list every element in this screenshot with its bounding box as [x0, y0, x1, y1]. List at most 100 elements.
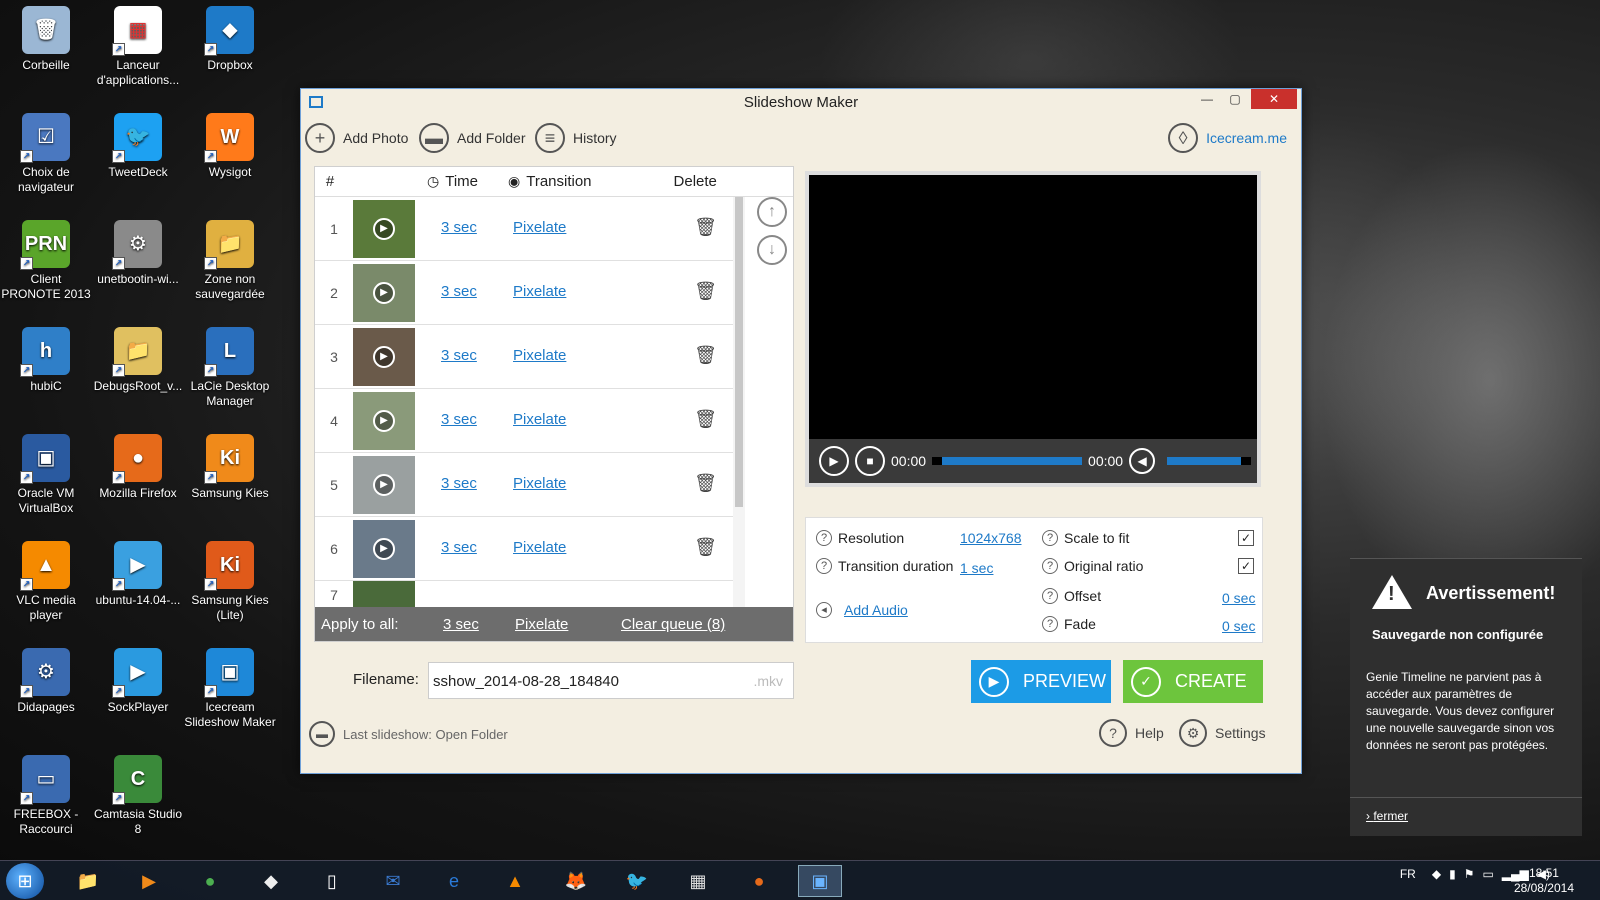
photo-thumbnail[interactable]: ▶: [353, 519, 415, 578]
close-notification-link[interactable]: › fermer: [1366, 809, 1408, 823]
desktop-icon[interactable]: ⚙ ↗ unetbootin-wi...: [92, 220, 184, 287]
desktop-icon[interactable]: 🗑 Corbeille: [0, 6, 92, 73]
network-icon[interactable]: ▮: [1449, 867, 1456, 881]
transition-link[interactable]: Pixelate: [513, 475, 566, 492]
seek-bar[interactable]: [932, 457, 1083, 465]
desktop-icon[interactable]: ▭ ↗ FREEBOX - Raccourci: [0, 755, 92, 837]
start-button[interactable]: ⊞: [6, 863, 44, 899]
preview-button[interactable]: ▶ PREVIEW: [971, 660, 1111, 703]
help-icon[interactable]: ?: [1042, 588, 1058, 604]
time-link[interactable]: 3 sec: [441, 283, 477, 300]
chrome-icon[interactable]: ●: [188, 865, 232, 897]
transition-duration-value[interactable]: 1 sec: [960, 560, 993, 576]
add-audio-row[interactable]: ◂ Add Audio: [816, 602, 908, 618]
minimize-button[interactable]: —: [1193, 89, 1221, 109]
launcher-icon[interactable]: ▦: [676, 865, 720, 897]
desktop-icon[interactable]: ● ↗ Mozilla Firefox: [92, 434, 184, 501]
scale-to-fit-checkbox[interactable]: ✓: [1238, 530, 1254, 546]
table-row[interactable]: 1 ▶ 3 sec Pixelate 🗑: [315, 197, 733, 261]
last-slideshow[interactable]: ▬ Last slideshow: Open Folder: [309, 721, 508, 747]
desktop-icon[interactable]: 📁 ↗ DebugsRoot_v...: [92, 327, 184, 394]
apply-transition-link[interactable]: Pixelate: [515, 616, 568, 633]
settings-button[interactable]: ⚙ Settings: [1179, 719, 1266, 747]
stop-icon[interactable]: ■: [855, 446, 885, 476]
media-icon[interactable]: ▶: [127, 865, 171, 897]
play-icon[interactable]: ▶: [373, 537, 395, 560]
desktop-icon[interactable]: ▦ ↗ Lanceur d'applications...: [92, 6, 184, 88]
transition-link[interactable]: Pixelate: [513, 219, 566, 236]
help-icon[interactable]: ?: [816, 558, 832, 574]
offset-value[interactable]: 0 sec: [1222, 590, 1255, 606]
vlc-icon[interactable]: ▲: [493, 865, 537, 897]
transition-link[interactable]: Pixelate: [513, 347, 566, 364]
desktop-icon[interactable]: Ki ↗ Samsung Kies: [184, 434, 276, 501]
create-button[interactable]: ✓ CREATE: [1123, 660, 1263, 703]
add-audio-link[interactable]: Add Audio: [844, 602, 908, 618]
photo-thumbnail[interactable]: ▶: [353, 327, 415, 386]
add-folder-button[interactable]: ▬ Add Folder: [419, 123, 525, 153]
history-button[interactable]: ≡ History: [535, 123, 617, 153]
photo-thumbnail[interactable]: ▶: [353, 391, 415, 450]
thunderbird-icon[interactable]: ✉: [371, 865, 415, 897]
transition-link[interactable]: Pixelate: [513, 411, 566, 428]
maximize-button[interactable]: ▢: [1221, 89, 1249, 109]
scrollbar-thumb[interactable]: [735, 197, 743, 507]
slideshow-icon[interactable]: ▣: [798, 865, 842, 897]
desktop-icon[interactable]: ▲ ↗ VLC media player: [0, 541, 92, 623]
table-row[interactable]: 5 ▶ 3 sec Pixelate 🗑: [315, 453, 733, 517]
ie-icon[interactable]: e: [432, 865, 476, 897]
play-icon[interactable]: ▶: [819, 446, 849, 476]
filename-input[interactable]: sshow_2014-08-28_184840 .mkv: [428, 662, 794, 699]
play-icon[interactable]: ▶: [373, 345, 395, 368]
flag-icon[interactable]: ⚑: [1464, 867, 1475, 881]
desktop-icon[interactable]: ▶ ↗ ubuntu-14.04-...: [92, 541, 184, 608]
dropbox-tray-icon[interactable]: ◆: [1432, 867, 1441, 881]
time-link[interactable]: 3 sec: [441, 475, 477, 492]
desktop-icon[interactable]: h ↗ hubiC: [0, 327, 92, 394]
table-row[interactable]: 2 ▶ 3 sec Pixelate 🗑: [315, 261, 733, 325]
apply-time-link[interactable]: 3 sec: [443, 616, 479, 633]
help-icon[interactable]: ?: [1042, 530, 1058, 546]
document-icon[interactable]: ▯: [310, 865, 354, 897]
desktop-icon[interactable]: PRN ↗ Client PRONOTE 2013: [0, 220, 92, 302]
time-link[interactable]: 3 sec: [441, 219, 477, 236]
volume-slider[interactable]: [1167, 457, 1252, 465]
desktop-icon[interactable]: ◆ ↗ Dropbox: [184, 6, 276, 73]
time-link[interactable]: 3 sec: [441, 411, 477, 428]
language-indicator[interactable]: FR: [1400, 867, 1416, 881]
desktop-icon[interactable]: Ki ↗ Samsung Kies (Lite): [184, 541, 276, 623]
help-button[interactable]: ? Help: [1099, 719, 1164, 747]
table-row[interactable]: 6 ▶ 3 sec Pixelate 🗑: [315, 517, 733, 581]
desktop-icon[interactable]: ▣ ↗ Icecream Slideshow Maker: [184, 648, 276, 730]
move-up-button[interactable]: ↑: [757, 197, 787, 227]
desktop-icon[interactable]: ▣ ↗ Oracle VM VirtualBox: [0, 434, 92, 516]
table-row[interactable]: 4 ▶ 3 sec Pixelate 🗑: [315, 389, 733, 453]
explorer-icon[interactable]: 📁: [66, 865, 110, 897]
title-bar[interactable]: Slideshow Maker — ▢ ✕: [301, 89, 1301, 117]
transition-link[interactable]: Pixelate: [513, 539, 566, 556]
desktop-icon[interactable]: W ↗ Wysigot: [184, 113, 276, 180]
clock[interactable]: 18:51 28/08/2014: [1514, 866, 1574, 896]
help-icon[interactable]: ?: [1042, 558, 1058, 574]
desktop-icon[interactable]: L ↗ LaCie Desktop Manager: [184, 327, 276, 409]
help-icon[interactable]: ?: [816, 530, 832, 546]
resolution-value[interactable]: 1024x768: [960, 530, 1022, 546]
trash-icon[interactable]: 🗑: [694, 281, 717, 302]
trash-icon[interactable]: 🗑: [694, 409, 717, 430]
clear-queue-link[interactable]: Clear queue (8): [621, 616, 725, 633]
time-link[interactable]: 3 sec: [441, 539, 477, 556]
table-row[interactable]: 3 ▶ 3 sec Pixelate 🗑: [315, 325, 733, 389]
play-icon[interactable]: ▶: [373, 409, 395, 432]
desktop-icon[interactable]: ▶ ↗ SockPlayer: [92, 648, 184, 715]
trash-icon[interactable]: 🗑: [694, 217, 717, 238]
transition-link[interactable]: Pixelate: [513, 283, 566, 300]
queue-scrollbar[interactable]: [733, 197, 745, 607]
play-icon[interactable]: ▶: [373, 473, 395, 496]
photo-thumbnail[interactable]: ▶: [353, 263, 415, 322]
photo-thumbnail[interactable]: ▶: [353, 199, 415, 258]
close-button[interactable]: ✕: [1251, 89, 1297, 109]
battery-icon[interactable]: ▭: [1482, 867, 1493, 881]
move-down-button[interactable]: ↓: [757, 235, 787, 265]
photo-thumbnail[interactable]: ▶: [353, 455, 415, 514]
fade-value[interactable]: 0 sec: [1222, 618, 1255, 634]
